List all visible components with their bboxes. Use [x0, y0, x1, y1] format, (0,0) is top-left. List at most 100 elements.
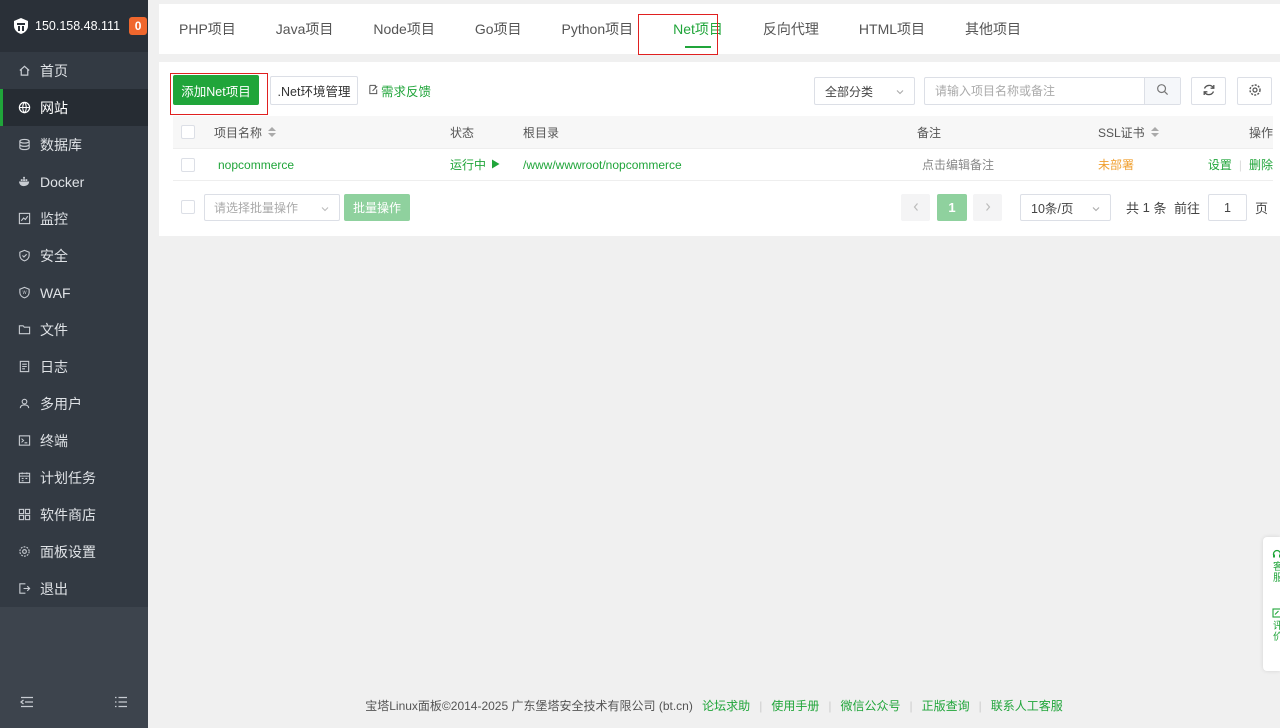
batch-checkbox[interactable] — [181, 200, 195, 214]
delete-link[interactable]: 删除 — [1249, 156, 1273, 173]
settings-button[interactable] — [1237, 77, 1272, 105]
gear-icon — [1248, 83, 1262, 100]
monitor-icon — [18, 212, 31, 225]
float-service[interactable]: 客服 — [1263, 537, 1280, 584]
sidebar-item-label: 多用户 — [40, 395, 82, 412]
batch-button[interactable]: 批量操作 — [344, 194, 410, 221]
docker-icon — [18, 175, 31, 188]
category-select[interactable]: 全部分类 — [814, 77, 915, 105]
footer-link-support[interactable]: 联系人工客服 — [991, 699, 1063, 713]
folder-icon — [18, 323, 31, 336]
calendar-icon — [18, 471, 31, 484]
sidebar-item-terminal[interactable]: 终端 — [0, 422, 148, 459]
float-review[interactable]: 评价 — [1263, 584, 1280, 643]
row-checkbox[interactable] — [181, 157, 195, 172]
headset-icon — [1263, 547, 1280, 562]
sidebar-item-website[interactable]: 网站 — [0, 89, 148, 126]
users-icon — [18, 397, 31, 410]
page-1-button[interactable]: 1 — [937, 194, 967, 221]
settings-link[interactable]: 设置 — [1208, 156, 1232, 173]
col-status: 状态 — [450, 125, 475, 140]
tab-php[interactable]: PHP项目 — [179, 4, 236, 54]
tab-java[interactable]: Java项目 — [276, 4, 334, 54]
sidebar-item-docker[interactable]: Docker — [0, 163, 148, 200]
waf-icon: W — [18, 286, 31, 299]
collapse-icon[interactable] — [19, 695, 34, 712]
tab-go[interactable]: Go项目 — [475, 4, 522, 54]
remark-edit[interactable]: 点击编辑备注 — [922, 156, 994, 173]
sidebar-item-cron[interactable]: 计划任务 — [0, 459, 148, 496]
category-value: 全部分类 — [825, 84, 874, 99]
search-input[interactable] — [925, 78, 1144, 104]
main-panel: 添加Net项目 .Net环境管理 需求反馈 全部分类 项目名称 状态 根目录 备… — [159, 62, 1280, 236]
net-env-manage-button[interactable]: .Net环境管理 — [270, 76, 358, 105]
sidebar-item-settings[interactable]: 面板设置 — [0, 533, 148, 570]
chevron-right-icon — [984, 200, 992, 215]
tab-other[interactable]: 其他项目 — [965, 4, 1021, 54]
highlight-box-tab — [638, 14, 718, 55]
sidebar: 150.158.48.111 0 首页 网站 数据库 Docker 监控 安全 — [0, 0, 148, 728]
database-icon — [18, 138, 31, 151]
edit-icon — [368, 84, 381, 98]
floating-service-widget[interactable]: 客服 评价 — [1263, 537, 1280, 671]
project-name-link[interactable]: nopcommerce — [218, 158, 294, 172]
footer-link-forum[interactable]: 论坛求助 — [702, 699, 750, 713]
sidebar-item-label: 软件商店 — [40, 506, 96, 523]
sidebar-item-label: 退出 — [40, 580, 68, 597]
log-icon — [18, 360, 31, 373]
refresh-icon — [1202, 83, 1216, 100]
table-header: 项目名称 状态 根目录 备注 SSL证书 操作 — [173, 116, 1273, 149]
table-row: nopcommerce 运行中 /www/wwwroot/nopcommerce… — [173, 149, 1273, 181]
prev-page-button[interactable] — [901, 194, 930, 221]
footer-link-wechat[interactable]: 微信公众号 — [840, 699, 900, 713]
goto-page-input[interactable]: 1 — [1208, 194, 1247, 221]
sidebar-item-waf[interactable]: W WAF — [0, 274, 148, 311]
notification-badge[interactable]: 0 — [129, 17, 148, 35]
status-running[interactable]: 运行中 — [450, 156, 500, 173]
feedback-link[interactable]: 需求反馈 — [368, 76, 431, 105]
menu-list-icon[interactable] — [114, 695, 128, 712]
review-icon — [1263, 606, 1280, 621]
tab-node[interactable]: Node项目 — [373, 4, 434, 54]
chevron-left-icon — [912, 200, 920, 215]
terminal-icon — [18, 434, 31, 447]
sidebar-item-label: WAF — [40, 284, 71, 301]
server-ip[interactable]: 150.158.48.111 — [35, 19, 120, 33]
sidebar-item-appstore[interactable]: 软件商店 — [0, 496, 148, 533]
sort-icon — [1150, 127, 1159, 137]
col-remark: 备注 — [917, 125, 942, 140]
col-name[interactable]: 项目名称 — [214, 124, 277, 141]
goto-label: 前往 — [1174, 201, 1201, 216]
footer-link-license[interactable]: 正版查询 — [922, 699, 970, 713]
batch-select[interactable]: 请选择批量操作 — [204, 194, 340, 221]
sidebar-item-multiuser[interactable]: 多用户 — [0, 385, 148, 422]
page-size-select[interactable]: 10条/页 — [1020, 194, 1111, 221]
tab-python[interactable]: Python项目 — [562, 4, 634, 54]
float-service-label: 客服 — [1273, 562, 1280, 584]
sidebar-item-label: 网站 — [40, 99, 68, 116]
next-page-button[interactable] — [973, 194, 1002, 221]
search-button[interactable] — [1144, 78, 1180, 104]
sidebar-item-logs[interactable]: 日志 — [0, 348, 148, 385]
refresh-button[interactable] — [1191, 77, 1226, 105]
root-dir-link[interactable]: /www/wwwroot/nopcommerce — [523, 158, 682, 172]
select-all-checkbox[interactable] — [181, 125, 195, 139]
sidebar-item-monitor[interactable]: 监控 — [0, 200, 148, 237]
gear-icon — [18, 545, 31, 558]
sidebar-item-label: 监控 — [40, 210, 68, 227]
highlight-box-add-button — [170, 73, 268, 115]
sidebar-item-home[interactable]: 首页 — [0, 52, 148, 89]
sidebar-item-security[interactable]: 安全 — [0, 237, 148, 274]
search-icon — [1156, 83, 1169, 99]
sidebar-item-label: 文件 — [40, 321, 68, 338]
chevron-down-icon — [320, 203, 330, 213]
sidebar-item-database[interactable]: 数据库 — [0, 126, 148, 163]
footer-link-manual[interactable]: 使用手册 — [771, 699, 819, 713]
tab-reverse-proxy[interactable]: 反向代理 — [763, 4, 819, 54]
sidebar-item-files[interactable]: 文件 — [0, 311, 148, 348]
sidebar-item-logout[interactable]: 退出 — [0, 570, 148, 607]
col-ssl[interactable]: SSL证书 — [1098, 124, 1159, 141]
total-count: 共 1 条 — [1126, 200, 1167, 216]
ssl-status[interactable]: 未部署 — [1098, 156, 1134, 173]
tab-html[interactable]: HTML项目 — [859, 4, 925, 54]
